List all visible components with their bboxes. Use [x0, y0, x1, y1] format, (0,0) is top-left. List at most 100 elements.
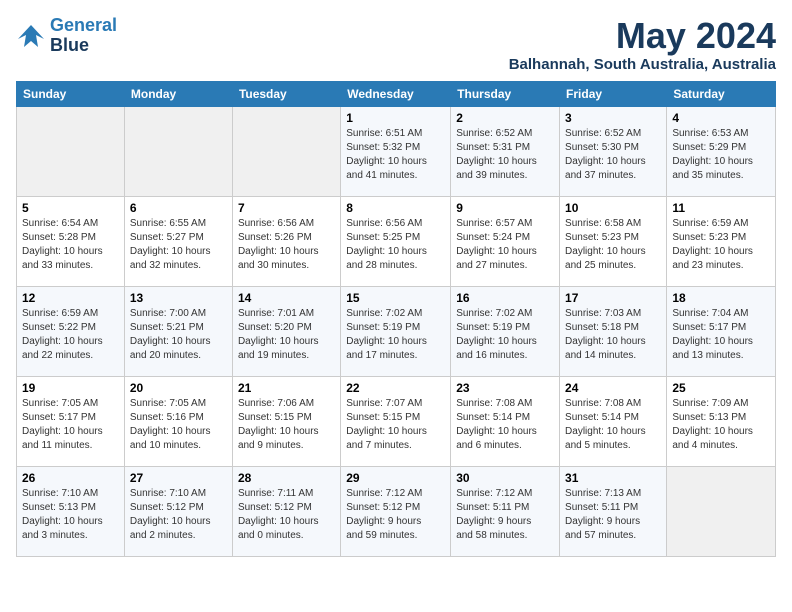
day-number: 24 [565, 381, 661, 395]
day-number: 20 [130, 381, 227, 395]
day-number: 1 [346, 111, 445, 125]
calendar-cell: 15Sunrise: 7:02 AM Sunset: 5:19 PM Dayli… [341, 286, 451, 376]
day-number: 29 [346, 471, 445, 485]
day-info: Sunrise: 6:54 AM Sunset: 5:28 PM Dayligh… [22, 217, 119, 273]
day-info: Sunrise: 6:58 AM Sunset: 5:23 PM Dayligh… [565, 217, 661, 273]
day-number: 11 [672, 201, 770, 215]
day-info: Sunrise: 6:56 AM Sunset: 5:26 PM Dayligh… [238, 217, 335, 273]
week-row-2: 12 Sunrise: 6:59 AM Sunset: 5:22 PM Dayli… [17, 286, 776, 376]
day-number: 14 [238, 291, 335, 305]
day-info: Sunrise: 6:52 AM Sunset: 5:31 PM Dayligh… [456, 127, 554, 183]
day-info: Sunrise: 7:07 AM Sunset: 5:15 PM Dayligh… [346, 397, 445, 453]
calendar-cell: 24 Sunrise: 7:08 AM Sunset: 5:14 PM Dayli… [560, 376, 667, 466]
day-number: 21 [238, 381, 335, 395]
calendar-cell: 14 Sunrise: 7:01 AM Sunset: 5:20 PM Dayli… [232, 286, 340, 376]
calendar-cell: 8 Sunrise: 6:56 AM Sunset: 5:25 PM Daylig… [341, 196, 451, 286]
day-info: Sunrise: 7:03 AM Sunset: 5:18 PM Dayligh… [565, 307, 661, 363]
calendar-cell [232, 106, 340, 196]
day-number: 30 [456, 471, 554, 485]
week-row-0: 1 Sunrise: 6:51 AM Sunset: 5:32 PM Daylig… [17, 106, 776, 196]
day-number: 7 [238, 201, 335, 215]
logo: General Blue [16, 16, 117, 56]
day-number: 6 [130, 201, 227, 215]
calendar-cell: 23 Sunrise: 7:08 AM Sunset: 5:14 PM Dayli… [451, 376, 560, 466]
day-number: 22 [346, 381, 445, 395]
logo-icon [16, 21, 46, 51]
calendar-cell: 21Sunrise: 7:06 AM Sunset: 5:15 PM Dayli… [232, 376, 340, 466]
calendar-cell: 5 Sunrise: 6:54 AM Sunset: 5:28 PM Daylig… [17, 196, 125, 286]
day-info: Sunrise: 6:52 AM Sunset: 5:30 PM Dayligh… [565, 127, 661, 183]
day-info: Sunrise: 7:08 AM Sunset: 5:14 PM Dayligh… [565, 397, 661, 453]
calendar-cell: 30Sunrise: 7:12 AM Sunset: 5:11 PM Dayli… [451, 466, 560, 556]
week-row-4: 26Sunrise: 7:10 AM Sunset: 5:13 PM Dayli… [17, 466, 776, 556]
day-info: Sunrise: 7:12 AM Sunset: 5:12 PM Dayligh… [346, 487, 445, 543]
month-title: May 2024 [509, 16, 776, 56]
calendar-cell: 4Sunrise: 6:53 AM Sunset: 5:29 PM Daylig… [667, 106, 776, 196]
calendar-cell: 11 Sunrise: 6:59 AM Sunset: 5:23 PM Dayli… [667, 196, 776, 286]
day-info: Sunrise: 6:53 AM Sunset: 5:29 PM Dayligh… [672, 127, 770, 183]
column-header-monday: Monday [124, 81, 232, 106]
day-number: 3 [565, 111, 661, 125]
day-info: Sunrise: 7:05 AM Sunset: 5:16 PM Dayligh… [130, 397, 227, 453]
day-number: 9 [456, 201, 554, 215]
day-info: Sunrise: 7:08 AM Sunset: 5:14 PM Dayligh… [456, 397, 554, 453]
calendar-cell: 19 Sunrise: 7:05 AM Sunset: 5:17 PM Dayli… [17, 376, 125, 466]
week-row-1: 5 Sunrise: 6:54 AM Sunset: 5:28 PM Daylig… [17, 196, 776, 286]
calendar-cell: 16Sunrise: 7:02 AM Sunset: 5:19 PM Dayli… [451, 286, 560, 376]
header-row: SundayMondayTuesdayWednesdayThursdayFrid… [17, 81, 776, 106]
day-info: Sunrise: 7:10 AM Sunset: 5:13 PM Dayligh… [22, 487, 119, 543]
calendar-cell: 31Sunrise: 7:13 AM Sunset: 5:11 PM Dayli… [560, 466, 667, 556]
day-number: 5 [22, 201, 119, 215]
day-number: 31 [565, 471, 661, 485]
calendar-cell: 2 Sunrise: 6:52 AM Sunset: 5:31 PM Daylig… [451, 106, 560, 196]
calendar-cell [124, 106, 232, 196]
calendar-cell: 26Sunrise: 7:10 AM Sunset: 5:13 PM Dayli… [17, 466, 125, 556]
logo-text: General Blue [50, 16, 117, 56]
calendar-table: SundayMondayTuesdayWednesdayThursdayFrid… [16, 81, 776, 557]
column-header-sunday: Sunday [17, 81, 125, 106]
day-info: Sunrise: 6:56 AM Sunset: 5:25 PM Dayligh… [346, 217, 445, 273]
location-text: Balhannah, South Australia, Australia [509, 56, 776, 73]
day-number: 19 [22, 381, 119, 395]
day-info: Sunrise: 6:51 AM Sunset: 5:32 PM Dayligh… [346, 127, 445, 183]
calendar-cell: 6 Sunrise: 6:55 AM Sunset: 5:27 PM Daylig… [124, 196, 232, 286]
day-info: Sunrise: 7:04 AM Sunset: 5:17 PM Dayligh… [672, 307, 770, 363]
calendar-cell: 1 Sunrise: 6:51 AM Sunset: 5:32 PM Daylig… [341, 106, 451, 196]
day-number: 2 [456, 111, 554, 125]
calendar-cell: 28Sunrise: 7:11 AM Sunset: 5:12 PM Dayli… [232, 466, 340, 556]
day-number: 10 [565, 201, 661, 215]
calendar-cell: 29 Sunrise: 7:12 AM Sunset: 5:12 PM Dayli… [341, 466, 451, 556]
day-info: Sunrise: 7:10 AM Sunset: 5:12 PM Dayligh… [130, 487, 227, 543]
day-number: 18 [672, 291, 770, 305]
column-header-friday: Friday [560, 81, 667, 106]
calendar-cell: 17 Sunrise: 7:03 AM Sunset: 5:18 PM Dayli… [560, 286, 667, 376]
week-row-3: 19 Sunrise: 7:05 AM Sunset: 5:17 PM Dayli… [17, 376, 776, 466]
day-info: Sunrise: 7:00 AM Sunset: 5:21 PM Dayligh… [130, 307, 227, 363]
day-number: 15 [346, 291, 445, 305]
calendar-cell: 22 Sunrise: 7:07 AM Sunset: 5:15 PM Dayli… [341, 376, 451, 466]
day-number: 8 [346, 201, 445, 215]
day-info: Sunrise: 7:05 AM Sunset: 5:17 PM Dayligh… [22, 397, 119, 453]
column-header-thursday: Thursday [451, 81, 560, 106]
calendar-cell: 18 Sunrise: 7:04 AM Sunset: 5:17 PM Dayli… [667, 286, 776, 376]
day-number: 23 [456, 381, 554, 395]
day-number: 25 [672, 381, 770, 395]
calendar-cell: 7 Sunrise: 6:56 AM Sunset: 5:26 PM Daylig… [232, 196, 340, 286]
column-header-tuesday: Tuesday [232, 81, 340, 106]
column-header-saturday: Saturday [667, 81, 776, 106]
day-info: Sunrise: 6:55 AM Sunset: 5:27 PM Dayligh… [130, 217, 227, 273]
calendar-cell: 25Sunrise: 7:09 AM Sunset: 5:13 PM Dayli… [667, 376, 776, 466]
day-number: 27 [130, 471, 227, 485]
day-number: 28 [238, 471, 335, 485]
day-info: Sunrise: 6:59 AM Sunset: 5:22 PM Dayligh… [22, 307, 119, 363]
day-number: 12 [22, 291, 119, 305]
day-number: 17 [565, 291, 661, 305]
day-info: Sunrise: 7:01 AM Sunset: 5:20 PM Dayligh… [238, 307, 335, 363]
day-number: 13 [130, 291, 227, 305]
day-number: 16 [456, 291, 554, 305]
calendar-cell [17, 106, 125, 196]
calendar-header: SundayMondayTuesdayWednesdayThursdayFrid… [17, 81, 776, 106]
day-info: Sunrise: 6:59 AM Sunset: 5:23 PM Dayligh… [672, 217, 770, 273]
calendar-cell: 12 Sunrise: 6:59 AM Sunset: 5:22 PM Dayli… [17, 286, 125, 376]
title-block: May 2024 Balhannah, South Australia, Aus… [509, 16, 776, 73]
